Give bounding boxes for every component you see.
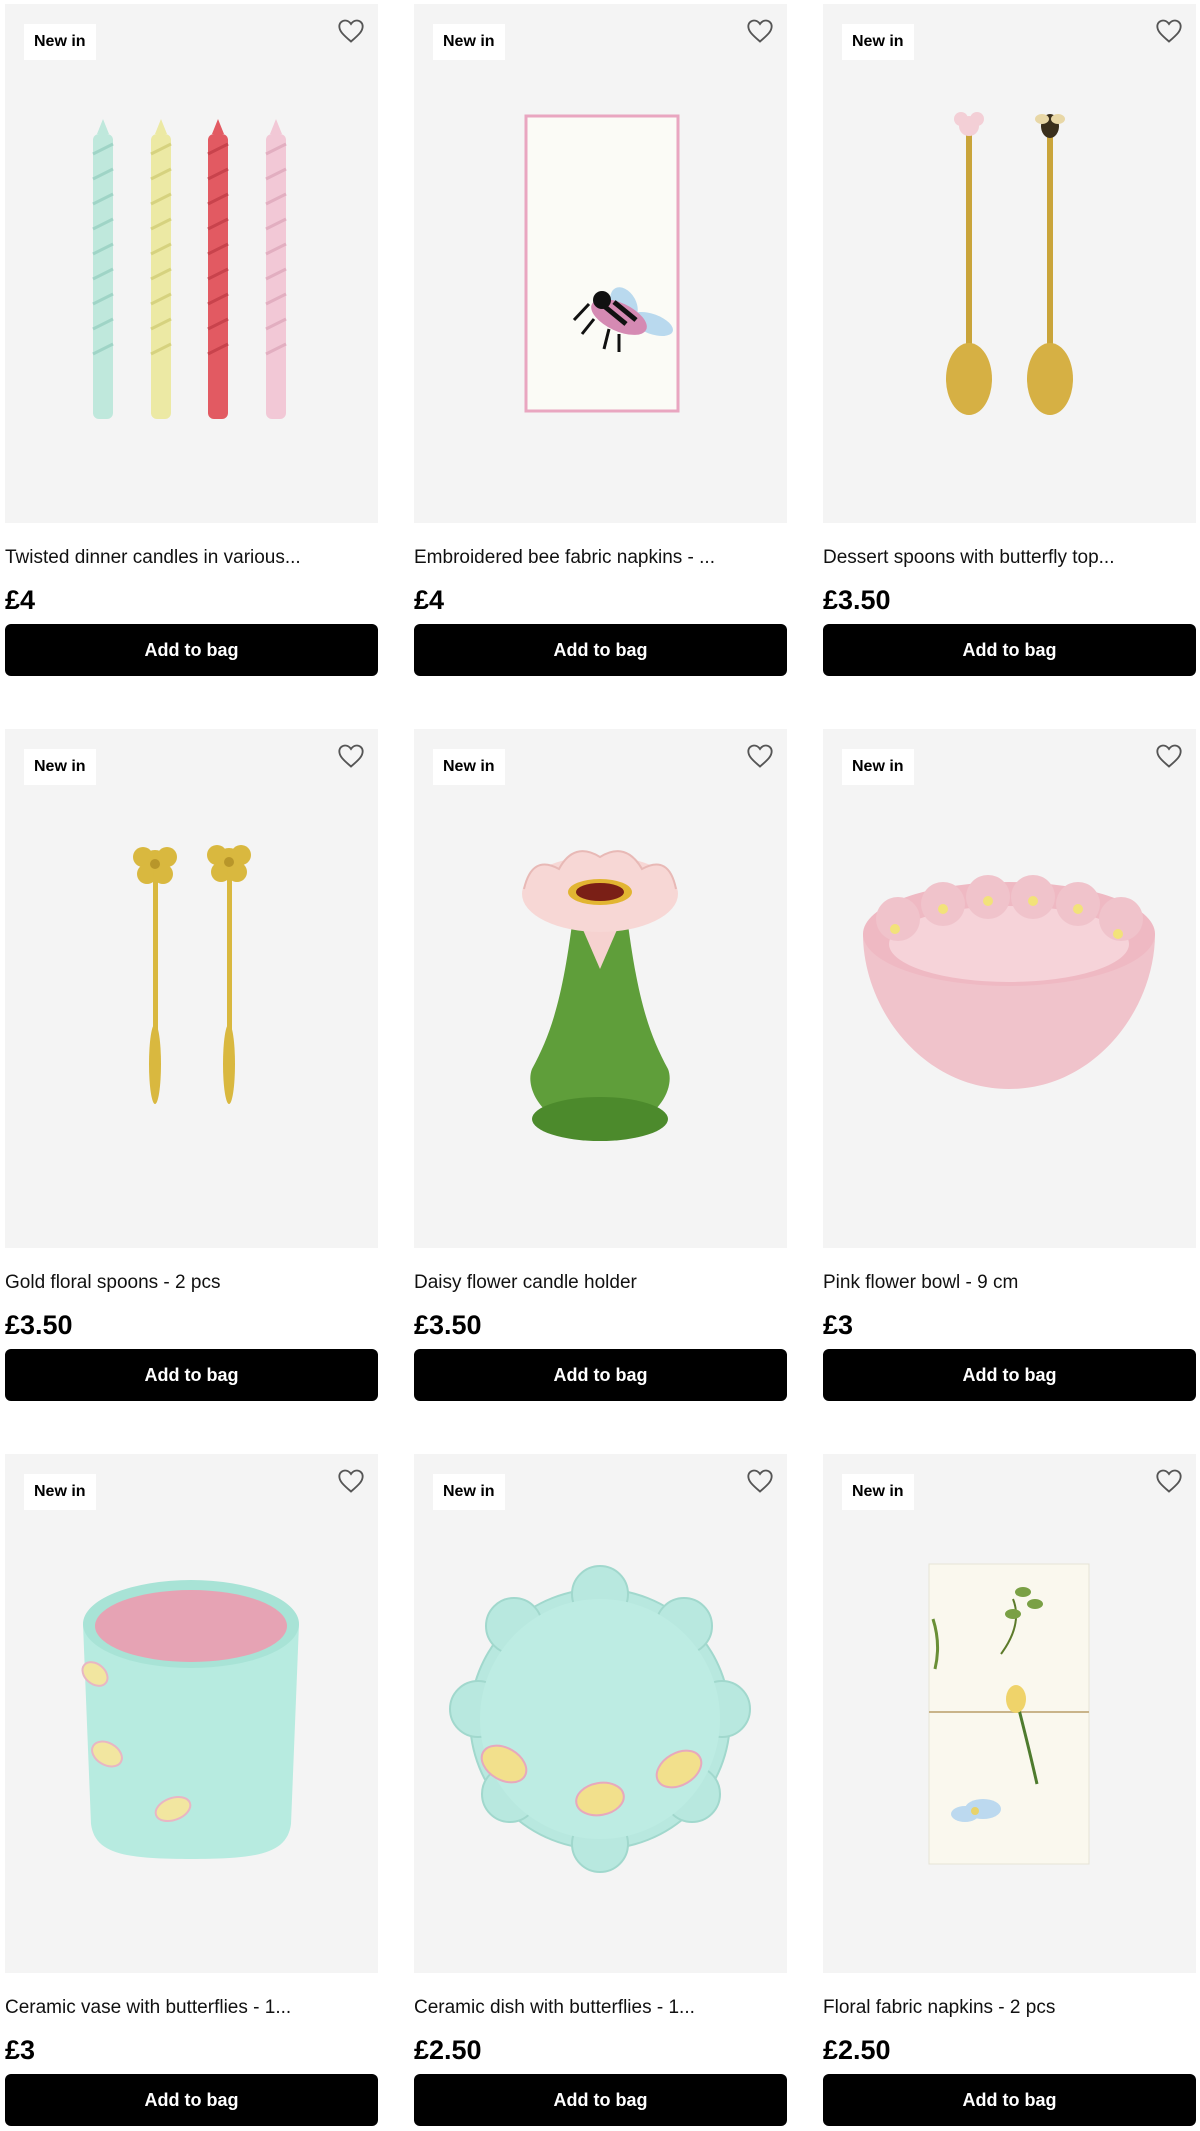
- heart-icon[interactable]: [1155, 742, 1183, 770]
- product-grid: New in Twisted dinner candles in various…: [5, 4, 1196, 2131]
- product-image[interactable]: New in: [414, 1454, 787, 1973]
- add-to-bag-button[interactable]: Add to bag: [823, 1349, 1196, 1401]
- product-card[interactable]: New in Ceramic vase with butterflies - 1…: [5, 1454, 378, 2131]
- add-to-bag-button[interactable]: Add to bag: [823, 2074, 1196, 2126]
- new-in-badge: New in: [842, 24, 914, 60]
- heart-icon[interactable]: [746, 742, 774, 770]
- daisy-candle-holder-image: [522, 850, 678, 1141]
- product-image[interactable]: New in: [5, 729, 378, 1248]
- heart-icon[interactable]: [1155, 1467, 1183, 1495]
- product-price: £3.50: [414, 1310, 482, 1340]
- add-to-bag-button[interactable]: Add to bag: [823, 624, 1196, 676]
- new-in-badge: New in: [433, 24, 505, 60]
- product-image[interactable]: New in: [414, 729, 787, 1248]
- bee-napkins-image: [524, 114, 680, 413]
- heart-icon[interactable]: [746, 1467, 774, 1495]
- product-title[interactable]: Embroidered bee fabric napkins - ...: [414, 544, 787, 572]
- product-image[interactable]: New in: [5, 4, 378, 523]
- product-price: £4: [5, 585, 36, 615]
- product-title[interactable]: Ceramic dish with butterflies - 1...: [414, 1994, 787, 2022]
- product-title[interactable]: Gold floral spoons - 2 pcs: [5, 1269, 378, 1297]
- product-card[interactable]: New in Twisted dinner candles in various…: [5, 4, 378, 681]
- product-title[interactable]: Daisy flower candle holder: [414, 1269, 787, 1297]
- heart-icon[interactable]: [337, 1467, 365, 1495]
- product-title[interactable]: Dessert spoons with butterfly top...: [823, 544, 1196, 572]
- heart-icon[interactable]: [1155, 17, 1183, 45]
- floral-napkins-image: [928, 1563, 1090, 1865]
- product-card[interactable]: New in Dessert spoons with butterfly top…: [823, 4, 1196, 681]
- product-card[interactable]: New in Pink flower bowl - 9 cm £3 Add to…: [823, 729, 1196, 1406]
- product-price: £3.50: [5, 1310, 73, 1340]
- add-to-bag-button[interactable]: Add to bag: [5, 624, 378, 676]
- product-price: £3: [5, 2035, 36, 2065]
- new-in-badge: New in: [433, 1474, 505, 1510]
- butterfly-dish-image: [449, 1565, 751, 1873]
- product-image[interactable]: New in: [414, 4, 787, 523]
- product-card[interactable]: New in Embroidered bee fabric napkins - …: [414, 4, 787, 681]
- product-card[interactable]: New in Gold floral spoons - 2 pcs £3.50 …: [5, 729, 378, 1406]
- gold-floral-spoons-image: [133, 845, 251, 1104]
- product-image[interactable]: New in: [5, 1454, 378, 1973]
- product-title[interactable]: Twisted dinner candles in various...: [5, 544, 378, 572]
- add-to-bag-button[interactable]: Add to bag: [414, 624, 787, 676]
- product-price: £3: [823, 1310, 854, 1340]
- product-image[interactable]: New in: [823, 4, 1196, 523]
- add-to-bag-button[interactable]: Add to bag: [414, 1349, 787, 1401]
- product-card[interactable]: New in Ceramic dish with butterflies - 1…: [414, 1454, 787, 2131]
- twisted-candles-image: [92, 119, 287, 419]
- new-in-badge: New in: [24, 749, 96, 785]
- product-image[interactable]: New in: [823, 729, 1196, 1248]
- add-to-bag-button[interactable]: Add to bag: [414, 2074, 787, 2126]
- new-in-badge: New in: [842, 1474, 914, 1510]
- new-in-badge: New in: [842, 749, 914, 785]
- add-to-bag-button[interactable]: Add to bag: [5, 2074, 378, 2126]
- dessert-spoons-image: [946, 112, 1073, 415]
- product-card[interactable]: New in Daisy flower candle holder £3.50 …: [414, 729, 787, 1406]
- product-card[interactable]: New in Floral fabric napkins - 2 pcs £2.…: [823, 1454, 1196, 2131]
- new-in-badge: New in: [433, 749, 505, 785]
- product-title[interactable]: Ceramic vase with butterflies - 1...: [5, 1994, 378, 2022]
- product-price: £2.50: [414, 2035, 482, 2065]
- heart-icon[interactable]: [337, 742, 365, 770]
- heart-icon[interactable]: [337, 17, 365, 45]
- product-price: £3.50: [823, 585, 891, 615]
- add-to-bag-button[interactable]: Add to bag: [5, 1349, 378, 1401]
- new-in-badge: New in: [24, 1474, 96, 1510]
- pink-flower-bowl-image: [863, 875, 1155, 1089]
- product-title[interactable]: Floral fabric napkins - 2 pcs: [823, 1994, 1196, 2022]
- butterfly-vase-image: [81, 1580, 299, 1859]
- product-image[interactable]: New in: [823, 1454, 1196, 1973]
- product-title[interactable]: Pink flower bowl - 9 cm: [823, 1269, 1196, 1297]
- product-price: £4: [414, 585, 445, 615]
- new-in-badge: New in: [24, 24, 96, 60]
- product-price: £2.50: [823, 2035, 891, 2065]
- heart-icon[interactable]: [746, 17, 774, 45]
